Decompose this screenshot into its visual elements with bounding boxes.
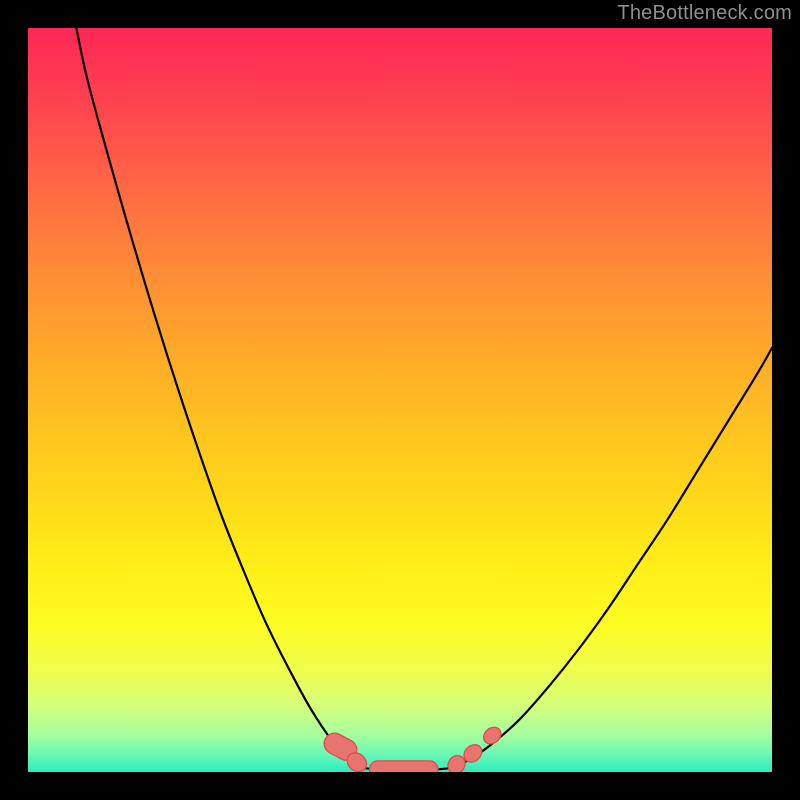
chart-frame: TheBottleneck.com <box>0 0 800 800</box>
curve-marker-5 <box>480 724 504 747</box>
curve-markers <box>320 724 504 772</box>
curve-path <box>76 28 772 770</box>
bottleneck-curve <box>76 28 772 770</box>
plot-area <box>28 28 772 772</box>
curve-layer <box>28 28 772 772</box>
curve-marker-2 <box>370 761 438 772</box>
watermark-text: TheBottleneck.com <box>617 2 792 25</box>
